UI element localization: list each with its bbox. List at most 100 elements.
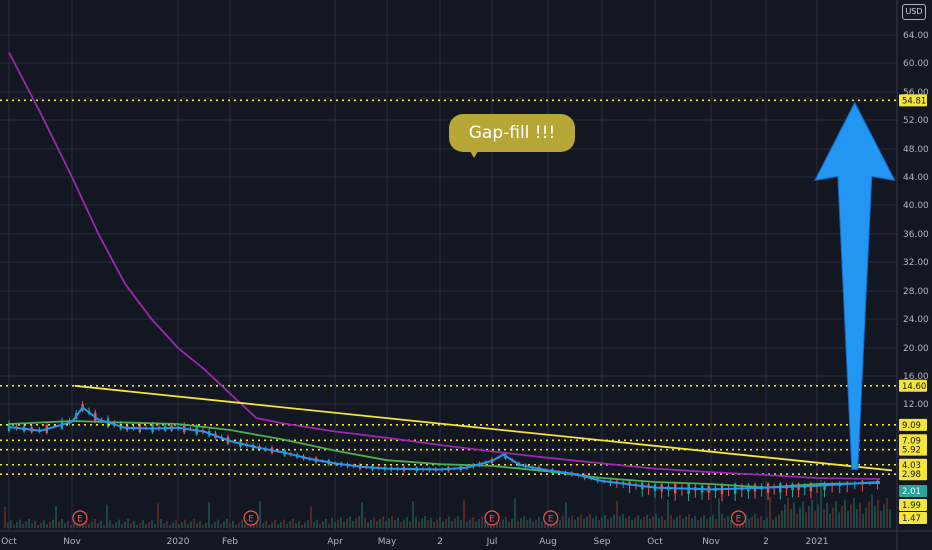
x-tick-label: Aug [539, 537, 557, 547]
volume-bar [178, 524, 180, 528]
volume-bar [403, 519, 405, 528]
volume-bar [196, 523, 198, 528]
volume-bar [859, 502, 861, 528]
volume-bar [751, 516, 753, 528]
volume-bar [694, 515, 696, 528]
volume-bar [208, 502, 210, 528]
volume-bar [337, 519, 339, 528]
volume-bar [874, 506, 876, 528]
y-tick-label: 36.00 [903, 230, 929, 240]
price-chart[interactable]: EEEEE 64.0060.0056.0052.0048.0044.0040.0… [0, 0, 932, 550]
volume-bar [157, 503, 159, 528]
volume-bar [571, 515, 573, 528]
volume-bar [604, 515, 606, 528]
volume-bar [232, 520, 234, 528]
volume-bar [388, 518, 390, 528]
volume-bar [691, 518, 693, 528]
volume-bar [850, 504, 852, 528]
volume-bar [664, 520, 666, 528]
price-badge-label: 54.81 [902, 96, 926, 106]
volume-bar [205, 522, 207, 528]
volume-bar [184, 519, 186, 528]
x-tick-label: 2020 [167, 537, 190, 547]
y-tick-label: 48.00 [903, 145, 929, 155]
volume-bar [148, 522, 150, 528]
volume-bar [724, 518, 726, 528]
volume-bar [670, 515, 672, 528]
volume-bar [100, 520, 102, 528]
volume-bar [322, 521, 324, 528]
volume-bar [373, 517, 375, 528]
volume-bar [4, 507, 6, 528]
volume-bar [91, 521, 93, 528]
x-tick-label: Sep [594, 537, 611, 547]
volume-bar [307, 520, 309, 528]
volume-bar [838, 512, 840, 528]
volume-bar [586, 516, 588, 528]
volume-bar [238, 522, 240, 528]
volume-bar [19, 519, 21, 528]
volume-bar [301, 525, 303, 528]
volume-bar [565, 502, 567, 528]
y-axis[interactable]: 64.0060.0056.0052.0048.0044.0040.0036.00… [903, 31, 929, 410]
volume-bar [226, 519, 228, 528]
volume-bar [847, 510, 849, 528]
volume-bar [871, 494, 873, 528]
volume-bar [298, 520, 300, 528]
up-arrow-annotation[interactable] [813, 101, 896, 470]
volume-bar [682, 518, 684, 528]
volume-bar [154, 523, 156, 528]
volume-bar [763, 520, 765, 528]
x-tick-label: 2 [763, 537, 769, 547]
volume-bar [811, 499, 813, 528]
volume-bar [127, 519, 129, 528]
x-tick-label: Apr [327, 537, 343, 547]
volume-bar [646, 514, 648, 528]
y-tick-label: 44.00 [903, 173, 929, 183]
y-tick-label: 28.00 [903, 287, 929, 297]
volume-bar [187, 523, 189, 528]
volume-bar [43, 520, 45, 528]
volume-bar [790, 509, 792, 528]
volume-bar [718, 498, 720, 528]
volume-bar [358, 516, 360, 528]
volume-bar [292, 519, 294, 528]
volume-bar [271, 522, 273, 528]
volume-bar [343, 521, 345, 528]
volume-bar [193, 519, 195, 528]
volume-bar [361, 502, 363, 528]
volume-bar [229, 523, 231, 528]
volume-bar [526, 520, 528, 528]
volume-bar [652, 516, 654, 528]
volume-bar [394, 520, 396, 528]
volume-bar [835, 501, 837, 528]
currency-badge[interactable]: USD [902, 4, 926, 20]
horizontal-levels [0, 99, 897, 476]
x-tick-label: 2 [437, 537, 443, 547]
volume-bar [310, 506, 312, 528]
x-axis[interactable]: Oct Nov 2020 Feb Apr May 2 Jul Aug Sep Oct Nov 2 2021 [1, 537, 828, 547]
y-tick-label: 40.00 [903, 201, 929, 211]
volume-bar [397, 517, 399, 528]
volume-bar [64, 523, 66, 528]
volume-bar [7, 522, 9, 528]
chart-stage[interactable]: EEEEE 64.00 60.00 56.00 52.00 48.00 44.00 40.0… [0, 0, 932, 550]
volume-bar [568, 517, 570, 528]
volume-bar [589, 514, 591, 528]
volume-bar [631, 520, 633, 528]
volume-bar [832, 507, 834, 528]
volume-bar [865, 507, 867, 528]
volume-bar [67, 520, 69, 528]
volume-bar [169, 525, 171, 528]
gap-fill-annotation[interactable]: Gap-fill !!! [449, 114, 575, 152]
volume-bar [334, 522, 336, 528]
volume-bar [199, 520, 201, 528]
volume-bar [214, 522, 216, 528]
volume-bar [268, 525, 270, 528]
volume-bar [883, 504, 885, 528]
volume-bar [430, 517, 432, 528]
volume-bar [175, 520, 177, 528]
volume-bar [775, 517, 777, 528]
volume-bar [532, 522, 534, 528]
volume-bar [826, 502, 828, 528]
